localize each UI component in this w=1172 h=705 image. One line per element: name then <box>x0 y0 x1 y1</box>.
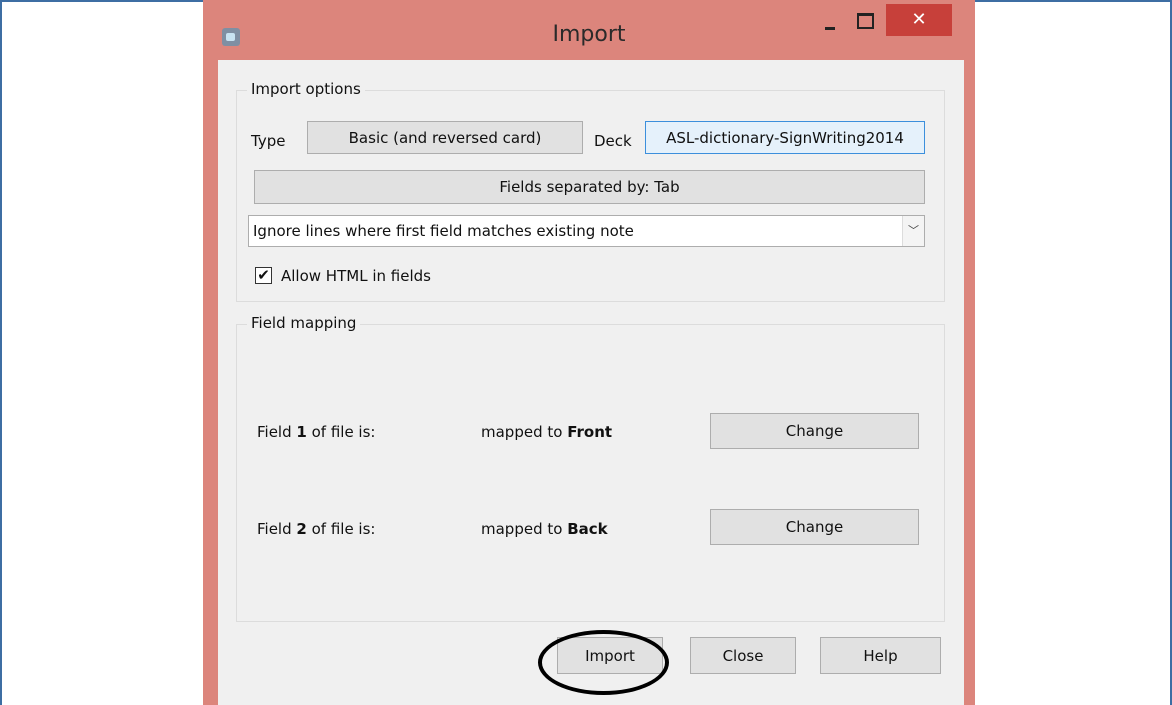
close-button[interactable]: Close <box>690 637 796 674</box>
deck-label: Deck <box>594 132 632 150</box>
deck-value: ASL-dictionary-SignWriting2014 <box>666 128 904 147</box>
import-options-group: Import options Type Basic (and reversed … <box>236 80 945 302</box>
field-number: 1 <box>296 423 307 441</box>
change-label: Change <box>785 518 844 536</box>
change-mapping-button[interactable]: Change <box>710 509 919 545</box>
field-mapping-group: Field mapping Field 1 of file is: mapped… <box>236 314 945 622</box>
field-row-label: Field 2 of file is: <box>257 520 375 538</box>
allow-html-label: Allow HTML in fields <box>281 267 431 285</box>
field-number: 2 <box>296 520 307 538</box>
close-icon: ✕ <box>911 9 927 30</box>
duplicate-mode-value: Ignore lines where first field matches e… <box>253 222 634 240</box>
allow-html-checkbox[interactable]: ✔ <box>255 267 272 284</box>
field-suffix: of file is: <box>306 423 376 441</box>
duplicate-mode-select[interactable]: Ignore lines where first field matches e… <box>248 215 925 247</box>
field-row-label: Field 1 of file is: <box>257 423 375 441</box>
mapped-prefix: mapped to <box>481 520 568 538</box>
import-dialog: Import ✕ Import options Type Basic (and … <box>203 0 975 705</box>
fields-separated-label: Fields separated by: Tab <box>499 178 680 196</box>
title-bar[interactable]: Import ✕ <box>203 0 975 60</box>
note-type-value: Basic (and reversed card) <box>348 128 542 147</box>
mapped-target: Back <box>567 520 608 538</box>
mapped-to-label: mapped to Front <box>481 423 612 441</box>
field-prefix: Field <box>257 423 297 441</box>
mapped-prefix: mapped to <box>481 423 568 441</box>
fields-separated-button[interactable]: Fields separated by: Tab <box>254 170 925 204</box>
field-mapping-label: Field mapping <box>247 314 361 332</box>
deck-button[interactable]: ASL-dictionary-SignWriting2014 <box>645 121 925 154</box>
mapped-target: Front <box>567 423 613 441</box>
change-mapping-button[interactable]: Change <box>710 413 919 449</box>
help-button[interactable]: Help <box>820 637 941 674</box>
change-label: Change <box>785 422 844 440</box>
chevron-down-icon[interactable]: ﹀ <box>902 216 924 246</box>
highlight-ellipse <box>538 630 669 695</box>
maximize-button[interactable] <box>848 4 882 36</box>
field-suffix: of file is: <box>306 520 376 538</box>
help-label: Help <box>863 646 898 665</box>
note-type-button[interactable]: Basic (and reversed card) <box>307 121 583 154</box>
field-prefix: Field <box>257 520 297 538</box>
type-label: Type <box>251 132 286 150</box>
check-icon: ✔ <box>257 266 270 284</box>
mapped-to-label: mapped to Back <box>481 520 608 538</box>
close-label: Close <box>722 646 764 665</box>
close-window-button[interactable]: ✕ <box>886 4 952 36</box>
import-options-label: Import options <box>247 80 365 98</box>
minimize-button[interactable] <box>814 4 848 36</box>
dialog-client-area: Import options Type Basic (and reversed … <box>218 60 964 705</box>
